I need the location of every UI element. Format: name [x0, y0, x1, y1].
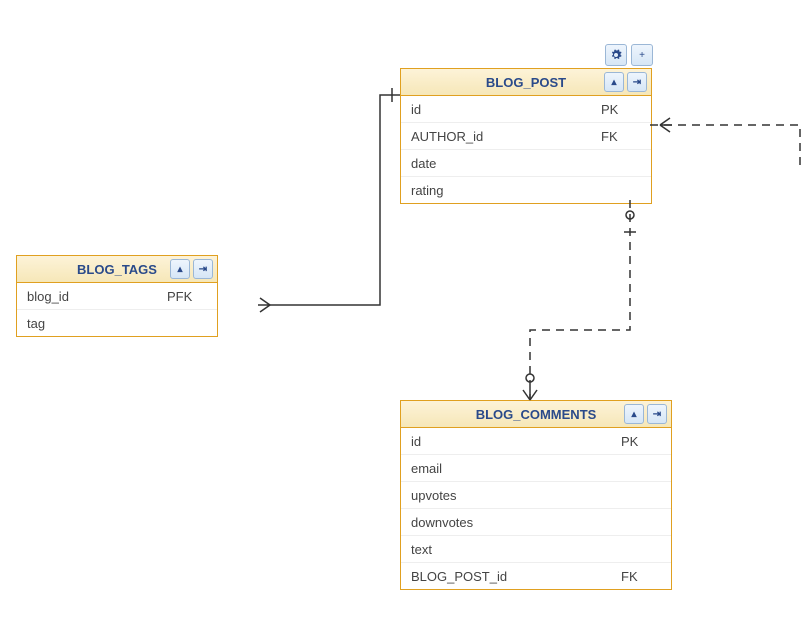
relation-icon[interactable]: ⇥	[193, 259, 213, 279]
entity-rows: blog_idPFK tag	[17, 283, 217, 336]
table-row[interactable]: idPK	[401, 96, 651, 123]
table-row[interactable]: downvotes	[401, 509, 671, 536]
entity-rows: idPK AUTHOR_idFK date rating	[401, 96, 651, 203]
connector-post-author	[650, 125, 800, 170]
table-row[interactable]: rating	[401, 177, 651, 203]
plus-icon[interactable]: +	[631, 44, 653, 66]
entity-blog-comments[interactable]: BLOG_COMMENTS ▴ ⇥ idPK email upvotes dow…	[400, 400, 672, 590]
table-row[interactable]: BLOG_POST_idFK	[401, 563, 671, 589]
table-row[interactable]: email	[401, 455, 671, 482]
relation-icon[interactable]: ⇥	[627, 72, 647, 92]
entity-blog-post[interactable]: BLOG_POST ▴ ⇥ idPK AUTHOR_idFK date rati…	[400, 68, 652, 204]
entity-header[interactable]: BLOG_COMMENTS ▴ ⇥	[401, 401, 671, 428]
canvas-toolbar: +	[605, 44, 653, 66]
table-row[interactable]: text	[401, 536, 671, 563]
connector-post-tags	[270, 95, 400, 305]
table-row[interactable]: date	[401, 150, 651, 177]
table-row[interactable]: idPK	[401, 428, 671, 455]
entity-blog-tags[interactable]: BLOG_TAGS ▴ ⇥ blog_idPFK tag	[16, 255, 218, 337]
table-row[interactable]: tag	[17, 310, 217, 336]
entity-header[interactable]: BLOG_TAGS ▴ ⇥	[17, 256, 217, 283]
entity-rows: idPK email upvotes downvotes text BLOG_P…	[401, 428, 671, 589]
collapse-icon[interactable]: ▴	[604, 72, 624, 92]
table-row[interactable]: AUTHOR_idFK	[401, 123, 651, 150]
table-row[interactable]: upvotes	[401, 482, 671, 509]
relation-icon[interactable]: ⇥	[647, 404, 667, 424]
collapse-icon[interactable]: ▴	[170, 259, 190, 279]
connector-post-comments	[530, 200, 630, 400]
erd-canvas[interactable]: + BLOG_POST ▴ ⇥ idPK AUTHOR_idFK date ra…	[0, 0, 807, 625]
gear-icon[interactable]	[605, 44, 627, 66]
table-row[interactable]: blog_idPFK	[17, 283, 217, 310]
collapse-icon[interactable]: ▴	[624, 404, 644, 424]
entity-header[interactable]: BLOG_POST ▴ ⇥	[401, 69, 651, 96]
